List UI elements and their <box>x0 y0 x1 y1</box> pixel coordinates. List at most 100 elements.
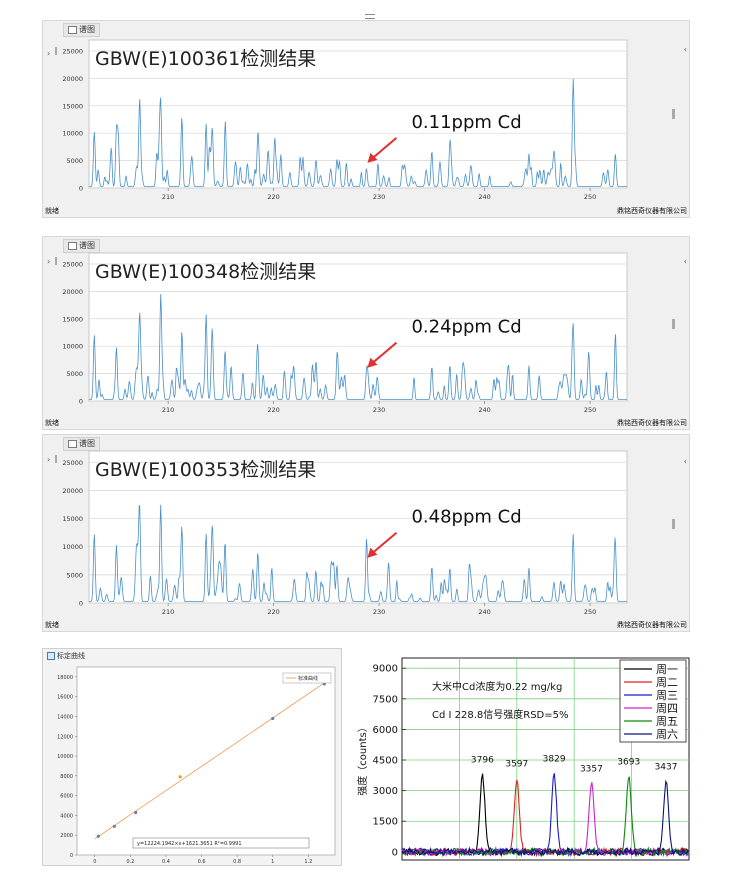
calibration-chart: 18000 16000 14000 12000 10000 8000 6000 4000 200… <box>57 666 336 865</box>
status-text: 就绪 <box>45 207 59 215</box>
y-tick-label: 5000 <box>66 157 83 165</box>
calibration-point <box>271 716 275 721</box>
y-axis-label: 强度（counts） <box>356 722 369 795</box>
legend-label: 周三 <box>656 689 678 702</box>
spectrum-tab-icon <box>68 25 77 34</box>
y-tick-label: 1500 <box>373 817 398 828</box>
x-tick-label: 1 <box>271 859 274 865</box>
x-tick-label: 250 <box>584 193 596 201</box>
spectrum-panel-3: 谱图 › ‹ 25000 20000 15000 10000 5000 0 210 220 23… <box>42 434 690 632</box>
peak-label: 3693 <box>617 757 640 767</box>
status-text: 就绪 <box>45 621 59 629</box>
x-tick-label: 210 <box>162 406 174 414</box>
calibration-legend: 标准曲线 <box>282 672 332 684</box>
y-tick-label: 5000 <box>66 571 83 579</box>
x-tick-label: 230 <box>373 406 385 414</box>
spectrum-panel-1: 谱图 › ‹ 25000 20000 15000 10000 5000 0 210 220 23… <box>42 20 690 218</box>
chart-title: GBW(E)100353检测结果 <box>95 459 316 481</box>
spectrum-chart-1: 25000 20000 15000 10000 5000 0 210 220 230 240 250… <box>62 39 628 201</box>
x-tick-label: 240 <box>478 193 490 201</box>
y-tick-label: 6000 <box>60 794 73 800</box>
collapse-right-icon[interactable]: ‹ <box>684 257 687 266</box>
x-tick-label: 230 <box>373 608 385 616</box>
calibration-point <box>134 810 138 815</box>
weekly-rsd-chart: 9000 7500 6000 4500 3000 1500 0 强度（counts） 3796 3… <box>356 657 690 861</box>
scroll-handle-right[interactable] <box>672 519 675 529</box>
y-tick-label: 0 <box>79 185 83 193</box>
x-tick-label: 220 <box>267 608 279 616</box>
legend-label: 周一 <box>656 663 678 676</box>
company-name: 鼎铭西奇仪器有限公司 <box>617 621 687 629</box>
peak-label: 3829 <box>543 755 566 765</box>
spectrum-chart-2: 25000 20000 15000 10000 5000 0 210 220 230 240 250… <box>62 252 628 414</box>
legend-label: 周五 <box>656 715 678 728</box>
y-tick-label: 20000 <box>62 487 83 495</box>
tab-spectrum[interactable]: 谱图 <box>63 23 100 37</box>
scroll-handle-right[interactable] <box>672 319 675 329</box>
y-tick-label: 16000 <box>57 695 73 701</box>
x-tick-label: 250 <box>584 406 596 414</box>
x-tick-label: 250 <box>584 608 596 616</box>
x-tick-label: 0.8 <box>233 859 241 865</box>
y-tick-label: 15000 <box>62 515 83 523</box>
legend-label: 周二 <box>656 676 678 689</box>
y-tick-label: 20000 <box>62 75 83 83</box>
y-tick-label: 10000 <box>62 130 83 138</box>
collapse-right-icon[interactable]: ‹ <box>684 457 687 466</box>
y-tick-label: 15000 <box>62 315 83 323</box>
y-tick-label: 3000 <box>373 786 398 797</box>
annotation-text: 大米中Cd浓度为0.22 mg/kg <box>432 680 562 693</box>
y-tick-label: 4000 <box>60 813 73 819</box>
cd-annotation: 0.48ppm Cd <box>411 507 521 528</box>
y-tick-label: 7500 <box>373 694 398 705</box>
calibration-point <box>178 775 182 779</box>
x-tick-label: 240 <box>478 406 490 414</box>
chart-title: GBW(E)100361检测结果 <box>95 48 316 70</box>
x-tick-label: 0.6 <box>198 859 206 865</box>
equation-box: y=12224.1942×x+1621.3651 R²=0.9991 <box>132 837 310 849</box>
x-tick-label: 0 <box>93 859 96 865</box>
x-tick-label: 0.4 <box>162 859 170 865</box>
y-tick-label: 5000 <box>66 370 83 378</box>
spectrum-chart-3: 25000 20000 15000 10000 5000 0 210 220 230 240 250… <box>62 450 628 616</box>
y-tick-label: 14000 <box>57 714 73 720</box>
status-text: 就绪 <box>45 419 59 427</box>
legend-label: 标准曲线 <box>298 675 318 682</box>
y-tick-label: 25000 <box>62 260 83 268</box>
y-tick-label: 10000 <box>62 343 83 351</box>
y-tick-label: 10000 <box>57 754 73 760</box>
y-tick-label: 15000 <box>62 102 83 110</box>
x-tick-label: 1.2 <box>304 859 312 865</box>
x-tick-label: 230 <box>373 193 385 201</box>
company-name: 鼎铭西奇仪器有限公司 <box>617 207 687 215</box>
splitter-handle[interactable] <box>365 14 375 19</box>
scroll-handle-right[interactable] <box>672 109 675 119</box>
y-tick-label: 18000 <box>57 675 73 681</box>
x-tick-label: 240 <box>478 608 490 616</box>
cd-annotation: 0.24ppm Cd <box>411 317 521 338</box>
x-tick-label: 210 <box>162 193 174 201</box>
y-tick-label: 4500 <box>373 756 398 767</box>
x-tick-label: 220 <box>267 406 279 414</box>
peak-label: 3796 <box>471 755 494 765</box>
y-tick-label: 0 <box>79 600 83 608</box>
collapse-right-icon[interactable]: ‹ <box>684 45 687 54</box>
y-tick-label: 20000 <box>62 288 83 296</box>
tab-label: 谱图 <box>79 25 95 34</box>
y-tick-label: 0 <box>70 853 73 859</box>
legend-label: 周六 <box>656 728 678 741</box>
peak-label: 3357 <box>580 764 603 774</box>
y-tick-label: 8000 <box>60 774 73 780</box>
company-name: 鼎铭西奇仪器有限公司 <box>617 419 687 427</box>
peak-label: 3597 <box>505 759 528 769</box>
x-tick-label: 0.2 <box>126 859 134 865</box>
calibration-point <box>112 824 116 828</box>
cd-annotation: 0.11ppm Cd <box>411 112 521 133</box>
y-tick-label: 6000 <box>373 725 398 736</box>
x-tick-label: 210 <box>162 608 174 616</box>
y-tick-label: 0 <box>392 847 398 858</box>
y-tick-label: 0 <box>79 398 83 406</box>
spectrum-panel-2: 谱图 › ‹ 25000 20000 15000 10000 5000 0 210 220 23… <box>42 236 690 430</box>
calibration-panel: 标定曲线 18000 16000 14000 12000 10000 8000 6000 40… <box>42 648 342 866</box>
y-tick-label: 25000 <box>62 459 83 467</box>
